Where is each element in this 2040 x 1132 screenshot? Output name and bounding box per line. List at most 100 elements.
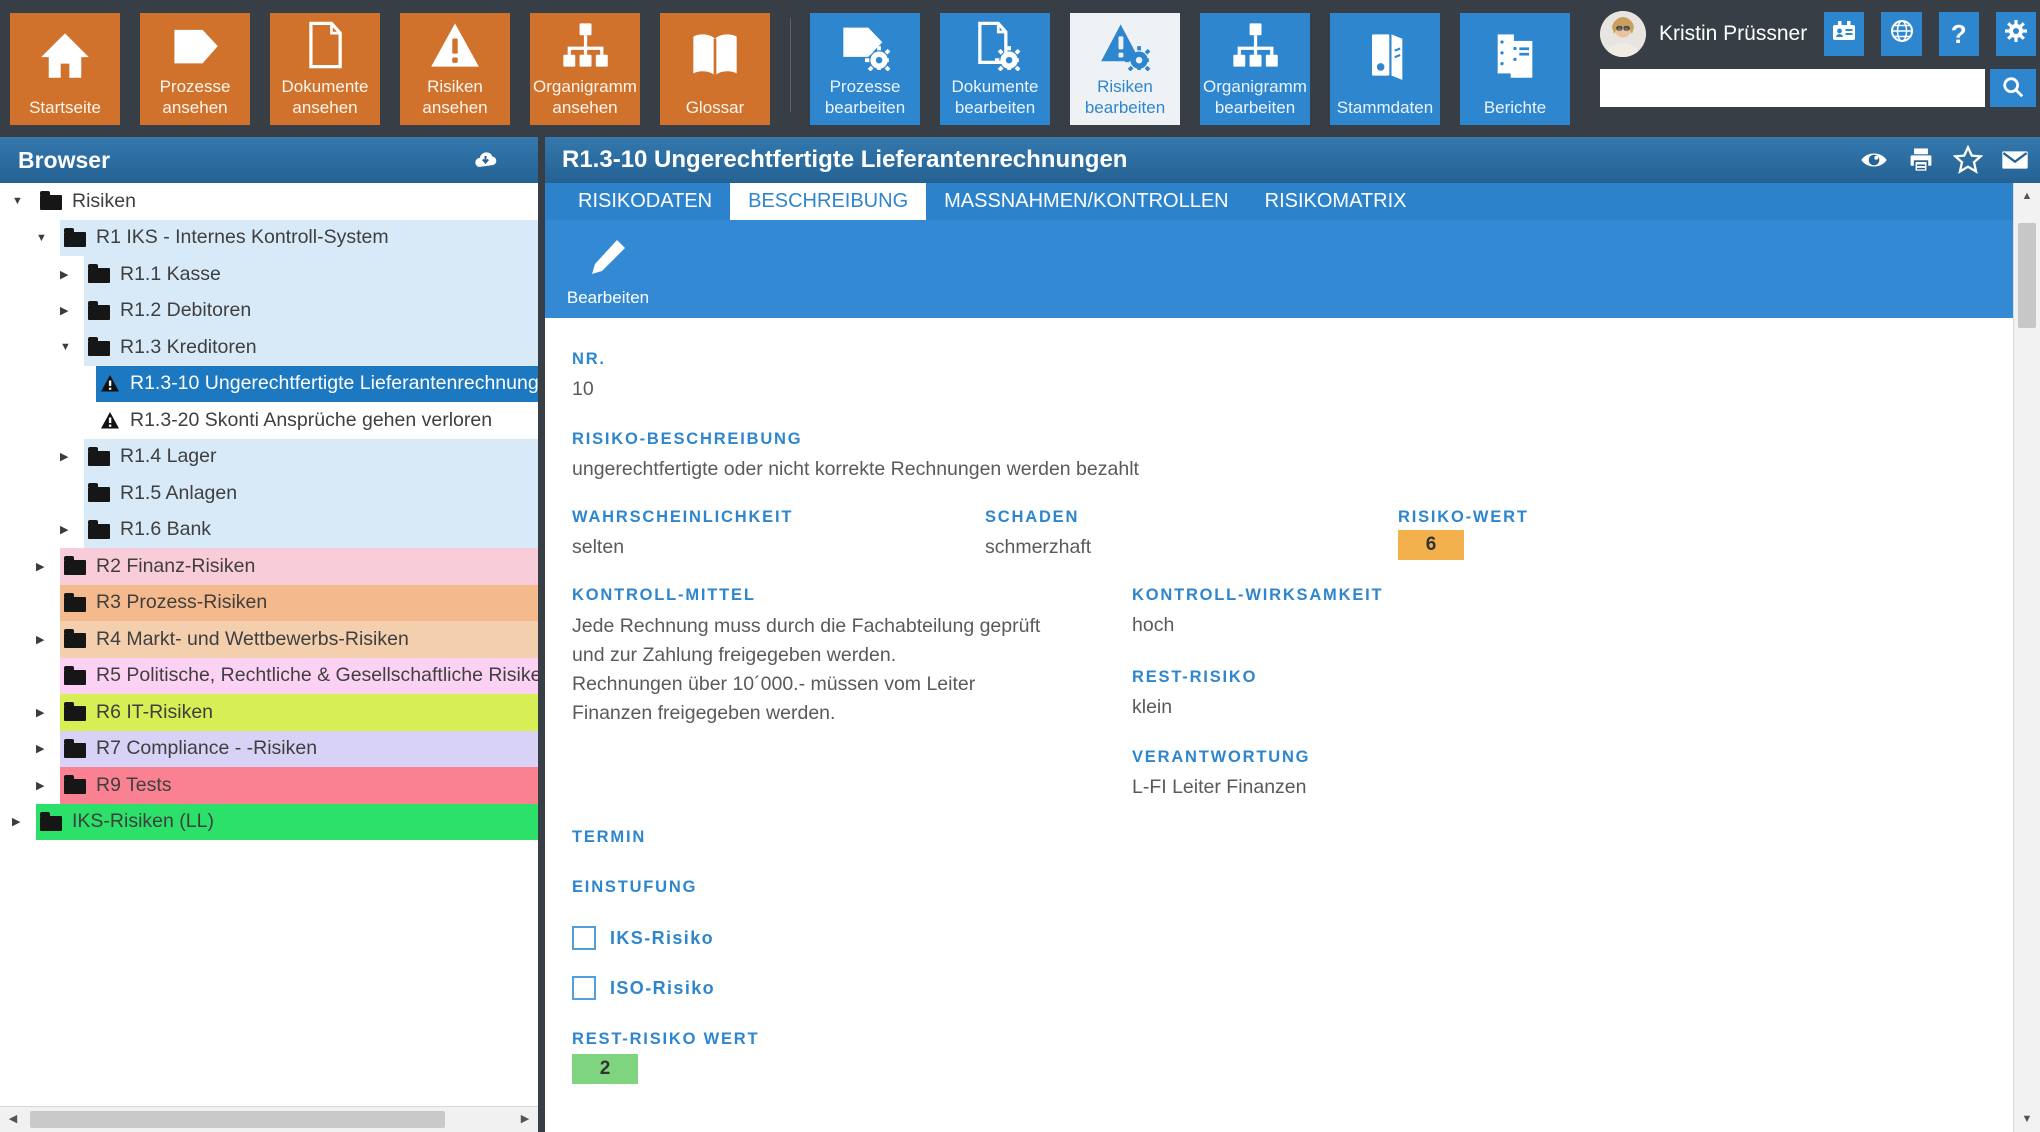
nav-prozesse-ansehen-button[interactable]: Prozesse ansehen — [140, 13, 250, 125]
expander-open-icon[interactable]: ▼ — [12, 195, 36, 207]
tree-item-r3[interactable]: R3 Prozess-Risiken — [0, 584, 538, 621]
expander-closed-icon[interactable]: ▶ — [60, 268, 84, 281]
nav-stammdaten-button[interactable]: Stammdaten — [1330, 13, 1440, 125]
tree-item-r1-2[interactable]: ▶ R1.2 Debitoren — [0, 292, 538, 329]
help-button[interactable]: ? — [1938, 12, 1979, 56]
folder-icon — [40, 811, 62, 831]
risiko-beschreibung-label: RISIKO-BESCHREIBUNG — [572, 430, 803, 448]
nav-risiken-bearbeiten-button[interactable]: Risiken bearbeiten — [1070, 13, 1180, 125]
tree-item-r1-6[interactable]: ▶ R1.6 Bank — [0, 511, 538, 548]
warning-triangle-icon — [100, 374, 120, 393]
expander-closed-icon[interactable]: ▶ — [36, 706, 60, 719]
tree-item-r1[interactable]: ▼ R1 IKS - Internes Kontroll-System — [0, 219, 538, 256]
nav-divider — [790, 18, 791, 112]
document-icon — [270, 13, 380, 76]
horizontal-scrollbar[interactable]: ◀ ▶ — [0, 1106, 538, 1132]
tab-risikodaten[interactable]: RISIKODATEN — [560, 183, 730, 220]
tab-massnahmen-kontrollen[interactable]: MASSNAHMEN/KONTROLLEN — [926, 183, 1247, 220]
folder-icon — [88, 483, 110, 503]
expander-open-icon[interactable]: ▼ — [36, 232, 60, 244]
tree-item-r7[interactable]: ▶ R7 Compliance - -Risiken — [0, 730, 538, 767]
nav-dokumente-ansehen-button[interactable]: Dokumente ansehen — [270, 13, 380, 125]
tree-item-r1-4[interactable]: ▶ R1.4 Lager — [0, 438, 538, 475]
tree-item-r2[interactable]: ▶ R2 Finanz-Risiken — [0, 548, 538, 585]
edit-button[interactable]: Bearbeiten — [560, 226, 656, 312]
tree-item-r5[interactable]: R5 Politische, Rechtliche & Gesellschaft… — [0, 657, 538, 694]
help-icon: ? — [1950, 18, 1967, 49]
iks-risiko-checkbox[interactable] — [572, 926, 596, 950]
expander-closed-icon[interactable]: ▶ — [60, 304, 84, 317]
favorite-star-icon[interactable] — [1952, 144, 1984, 175]
nav-dokumente-bearbeiten-button[interactable]: Dokumente bearbeiten — [940, 13, 1050, 125]
expander-closed-icon[interactable]: ▶ — [36, 560, 60, 573]
content-toolbar: Bearbeiten — [545, 220, 2013, 318]
risiko-wert-label: RISIKO-WERT — [1398, 508, 1529, 526]
tree-item-r1-3-20[interactable]: R1.3-20 Skonti Ansprüche gehen verloren — [0, 402, 538, 439]
nav-startseite-button[interactable]: Startseite — [10, 13, 120, 125]
tree-item-r1-3[interactable]: ▼ R1.3 Kreditoren — [0, 329, 538, 366]
nav-organigramm-bearbeiten-button[interactable]: Organigramm bearbeiten — [1200, 13, 1310, 125]
folder-icon — [88, 446, 110, 466]
tab-beschreibung[interactable]: BESCHREIBUNG — [730, 183, 927, 220]
binder-icon — [1330, 13, 1440, 97]
nav-risiken-ansehen-button[interactable]: Risiken ansehen — [400, 13, 510, 125]
expander-closed-icon[interactable]: ▶ — [60, 450, 84, 463]
mail-icon[interactable] — [2000, 145, 2030, 175]
eye-icon[interactable] — [1859, 145, 1889, 175]
page-title: R1.3-10 Ungerechtfertigte Lieferantenrec… — [562, 146, 1128, 173]
search-button[interactable] — [1990, 69, 2036, 107]
einstufung-label: EINSTUFUNG — [572, 878, 698, 896]
tree-item-iks-risiken-ll[interactable]: ▶ IKS-Risiken (LL) — [0, 803, 538, 840]
tree-item-r9[interactable]: ▶ R9 Tests — [0, 767, 538, 804]
scroll-down-icon[interactable]: ▼ — [2014, 1106, 2040, 1132]
tree-item-r1-3-10-selected[interactable]: R1.3-10 Ungerechtfertigte Lieferantenrec… — [0, 365, 538, 402]
cloud-download-icon[interactable] — [472, 147, 498, 173]
schaden-value: schmerzhaft — [985, 536, 1092, 558]
risk-edit-icon — [1070, 13, 1180, 76]
nav-prozesse-bearbeiten-button[interactable]: Prozesse bearbeiten — [810, 13, 920, 125]
expander-closed-icon[interactable]: ▶ — [36, 633, 60, 646]
app-window: Startseite Prozesse ansehen Dokumente an… — [0, 0, 2040, 1132]
tree-item-r4[interactable]: ▶ R4 Markt- und Wettbewerbs-Risiken — [0, 621, 538, 658]
iso-risiko-checkbox-row[interactable]: ISO-Risiko — [572, 976, 715, 1000]
vertical-scrollbar[interactable]: ▲ ▼ — [2013, 183, 2040, 1132]
tab-bar: RISIKODATEN BESCHREIBUNG MASSNAHMEN/KONT… — [545, 183, 2013, 220]
search-icon — [2001, 75, 2025, 102]
expander-open-icon[interactable]: ▼ — [60, 341, 84, 353]
tree-item-r6[interactable]: ▶ R6 IT-Risiken — [0, 694, 538, 731]
scroll-right-icon[interactable]: ▶ — [512, 1107, 538, 1132]
home-icon — [10, 13, 120, 97]
report-icon — [1460, 13, 1570, 97]
folder-icon — [88, 337, 110, 357]
profile-card-button[interactable] — [1824, 12, 1865, 56]
iks-risiko-checkbox-row[interactable]: IKS-Risiko — [572, 926, 714, 950]
process-edit-icon — [810, 13, 920, 76]
verantwortung-label: VERANTWORTUNG — [1132, 748, 1311, 766]
nav-berichte-button[interactable]: Berichte — [1460, 13, 1570, 125]
scroll-up-icon[interactable]: ▲ — [2014, 183, 2040, 209]
vertical-scrollbar-thumb[interactable] — [2018, 223, 2036, 328]
risiko-beschreibung-value: ungerechtfertigte oder nicht korrekte Re… — [572, 458, 1139, 480]
expander-closed-icon[interactable]: ▶ — [60, 523, 84, 536]
avatar[interactable] — [1600, 11, 1646, 57]
tree-item-r1-5[interactable]: R1.5 Anlagen — [0, 475, 538, 512]
expander-closed-icon[interactable]: ▶ — [36, 779, 60, 792]
field-area: NR. 10 RISIKO-BESCHREIBUNG ungerechtfert… — [545, 318, 2013, 1132]
expander-closed-icon[interactable]: ▶ — [36, 742, 60, 755]
kontroll-wirksamkeit-value: hoch — [1132, 614, 1175, 636]
print-icon[interactable] — [1906, 145, 1936, 175]
nav-glossar-button[interactable]: Glossar — [660, 13, 770, 125]
folder-icon — [64, 665, 86, 685]
scroll-left-icon[interactable]: ◀ — [0, 1107, 26, 1132]
search-input[interactable] — [1600, 69, 1985, 107]
tree-item-r1-1[interactable]: ▶ R1.1 Kasse — [0, 256, 538, 293]
horizontal-scrollbar-thumb[interactable] — [30, 1111, 445, 1128]
user-name: Kristin Prüssner — [1659, 22, 1808, 45]
language-button[interactable] — [1881, 12, 1922, 56]
tree-item-risiken[interactable]: ▼ Risiken — [0, 183, 538, 220]
settings-button[interactable] — [1995, 12, 2036, 56]
expander-closed-icon[interactable]: ▶ — [12, 815, 36, 828]
iso-risiko-checkbox[interactable] — [572, 976, 596, 1000]
tab-risikomatrix[interactable]: RISIKOMATRIX — [1247, 183, 1425, 220]
nav-organigramm-ansehen-button[interactable]: Organigramm ansehen — [530, 13, 640, 125]
